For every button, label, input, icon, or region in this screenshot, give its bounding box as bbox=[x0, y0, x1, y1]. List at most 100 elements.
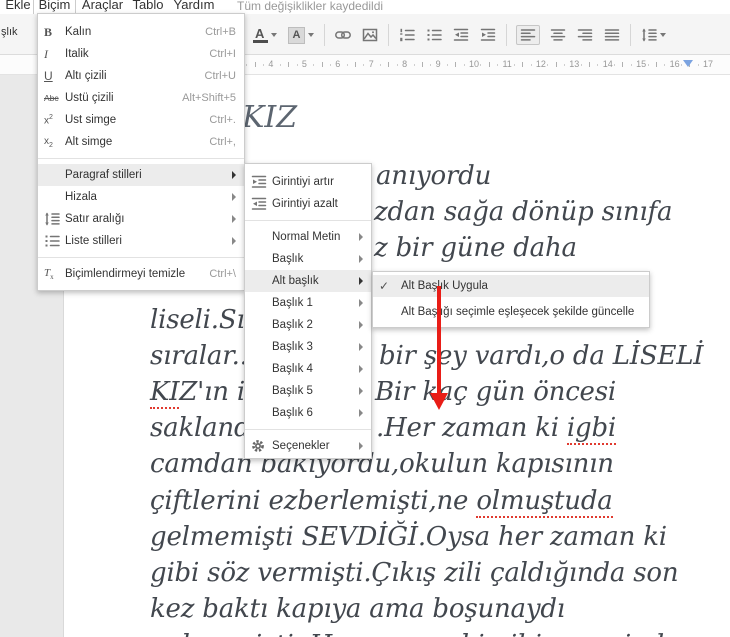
menu-item-liste-stilleri[interactable]: Liste stilleri bbox=[38, 230, 244, 252]
submenu-arrow-icon bbox=[359, 277, 363, 285]
document-text-line: gelmemişti. Her zaman ki gibi neşesinden bbox=[150, 630, 696, 637]
menu-item-başlık-3[interactable]: Başlık 3 bbox=[245, 336, 371, 358]
menu-item-başlık-2[interactable]: Başlık 2 bbox=[245, 314, 371, 336]
numbered-list-icon[interactable] bbox=[398, 25, 416, 45]
menubar-item-yardım[interactable]: Yardım bbox=[171, 0, 217, 14]
insert-link-icon[interactable] bbox=[334, 25, 352, 45]
menu-item-alt-başlık[interactable]: Alt başlık bbox=[245, 270, 371, 292]
menu-bar: Tüm değişiklikler kaydedildi Ekle Biçim Ar… bbox=[0, 0, 730, 14]
menu-separator bbox=[38, 252, 244, 263]
align-justify-icon[interactable] bbox=[603, 25, 621, 45]
align-right-icon[interactable] bbox=[576, 25, 594, 45]
document-text-line: kez baktı kapıya ama boşunaydı bbox=[150, 594, 565, 624]
ruler-number: 7 bbox=[368, 59, 374, 69]
submenu-arrow-icon bbox=[359, 387, 363, 395]
menu-separator bbox=[245, 424, 371, 435]
ruler-tick bbox=[555, 62, 557, 67]
subtitle-menu: ✓ Alt Başlık Uygula Alt Başlığı seçimle eş… bbox=[372, 271, 650, 328]
menubar-item-biçim[interactable]: Biçim bbox=[33, 0, 76, 14]
italic-icon: I bbox=[44, 46, 48, 61]
menu-item-başlık-4[interactable]: Başlık 4 bbox=[245, 358, 371, 380]
menu-item-girintiyi-azalt[interactable]: Girintiyi azalt bbox=[245, 193, 371, 215]
document-text-line: .Her zaman ki igbi bbox=[376, 413, 617, 445]
document-text-line: liseli.Sı bbox=[150, 305, 245, 335]
insert-image-icon[interactable] bbox=[361, 25, 379, 45]
shortcut-label: Ctrl+\ bbox=[209, 268, 236, 280]
shortcut-label: Ctrl+B bbox=[205, 26, 236, 38]
text-color-icon[interactable]: A bbox=[252, 24, 278, 46]
menu-item-başlık-5[interactable]: Başlık 5 bbox=[245, 380, 371, 402]
ruler-number: 6 bbox=[335, 59, 341, 69]
ruler-tick bbox=[647, 64, 649, 66]
menu-item-alt-başlık-uygula[interactable]: ✓ Alt Başlık Uygula bbox=[373, 275, 649, 297]
ruler-tick bbox=[463, 64, 465, 66]
menubar-item-ekle[interactable]: Ekle bbox=[3, 0, 33, 14]
line-spacing-icon[interactable] bbox=[640, 25, 667, 45]
menubar-item-tablo[interactable]: Tablo bbox=[129, 0, 167, 14]
align-center-icon[interactable] bbox=[549, 25, 567, 45]
menu-item-kalın[interactable]: B Kalın Ctrl+B bbox=[38, 21, 244, 43]
ruler-number: 15 bbox=[636, 59, 647, 69]
gear-icon bbox=[251, 439, 272, 453]
paragraph-styles-menu: Girintiyi artır Girintiyi azalt Normal Met… bbox=[244, 163, 372, 459]
menu-item-i-talik[interactable]: I İtalik Ctrl+I bbox=[38, 43, 244, 65]
document-text-line: gelmemişti SEVDİĞİ.Oysa her zaman ki bbox=[150, 522, 667, 552]
ruler-tick bbox=[697, 64, 699, 66]
ruler-tick bbox=[296, 64, 298, 66]
ruler-tick bbox=[329, 64, 331, 66]
submenu-arrow-icon bbox=[359, 299, 363, 307]
ruler-indent-marker[interactable] bbox=[683, 60, 693, 67]
ruler-tick bbox=[413, 64, 415, 66]
submenu-arrow-icon bbox=[232, 237, 236, 245]
menu-item-hizala[interactable]: Hizala bbox=[38, 186, 244, 208]
menu-item-alt-simge[interactable]: x2 Alt simge Ctrl+, bbox=[38, 131, 244, 153]
indent-decrease-icon[interactable] bbox=[452, 25, 470, 45]
indent-increase-icon bbox=[251, 174, 272, 190]
shortcut-label: Ctrl+, bbox=[209, 136, 236, 148]
shortcut-label: Ctrl+U bbox=[204, 70, 236, 82]
menu-item-başlık-6[interactable]: Başlık 6 bbox=[245, 402, 371, 424]
annotation-arrow-head bbox=[430, 393, 448, 410]
indent-increase-icon[interactable] bbox=[479, 25, 497, 45]
menu-item-başlık[interactable]: Başlık bbox=[245, 248, 371, 270]
menu-separator bbox=[38, 153, 244, 164]
menu-item-üst-simge[interactable]: x2 Üst simge Ctrl+. bbox=[38, 109, 244, 131]
ruler-tick bbox=[589, 62, 590, 67]
submenu-arrow-icon bbox=[359, 321, 363, 329]
highlight-color-icon[interactable]: A bbox=[287, 25, 315, 46]
underline-icon: U bbox=[44, 69, 53, 83]
submenu-arrow-icon bbox=[232, 215, 236, 223]
submenu-arrow-icon bbox=[359, 233, 363, 241]
menu-item-normal-metin[interactable]: Normal Metin bbox=[245, 226, 371, 248]
menu-item-seçenekler[interactable]: Seçenekler bbox=[245, 435, 371, 457]
submenu-arrow-icon bbox=[359, 365, 363, 373]
indent-decrease-icon bbox=[251, 196, 272, 212]
menu-item-üstü-çizili[interactable]: Abc Üstü çizili Alt+Shift+5 bbox=[38, 87, 244, 109]
ruler-tick bbox=[313, 64, 315, 66]
submenu-arrow-icon bbox=[359, 343, 363, 351]
menu-item-altı-çizili[interactable]: U Altı çizili Ctrl+U bbox=[38, 65, 244, 87]
ruler-tick bbox=[246, 64, 248, 66]
ruler-number: 10 bbox=[469, 59, 480, 69]
submenu-arrow-icon bbox=[232, 193, 236, 201]
document-text-line: bir şey vardı,o da LİSELİ bbox=[379, 341, 704, 371]
saved-status[interactable]: Tüm değişiklikler kaydedildi bbox=[237, 0, 383, 14]
menu-item-girintiyi-artır[interactable]: Girintiyi artır bbox=[245, 171, 371, 193]
ruler-tick bbox=[680, 64, 682, 66]
menu-item-paragraf-stilleri[interactable]: Paragraf stilleri bbox=[38, 164, 244, 186]
ruler-number: 8 bbox=[402, 59, 408, 69]
menu-item-başlık-1[interactable]: Başlık 1 bbox=[245, 292, 371, 314]
ruler-number: 17 bbox=[703, 59, 714, 69]
ruler-tick bbox=[363, 64, 365, 66]
align-left-icon[interactable] bbox=[516, 25, 540, 45]
bulleted-list-icon[interactable] bbox=[425, 25, 443, 45]
paragraph-style-selector[interactable]: şlık bbox=[1, 26, 18, 38]
ruler-tick bbox=[396, 64, 398, 66]
menubar-item-araçlar[interactable]: Araçlar bbox=[78, 0, 127, 14]
subscript-icon: x2 bbox=[44, 135, 53, 149]
document-text-line: anıyordu bbox=[376, 161, 492, 191]
document-text-line: KIZ'ın i bbox=[150, 377, 245, 409]
menu-item-biçimlendirmeyi-temizle[interactable]: Tx Biçimlendirmeyi temizle Ctrl+\ bbox=[38, 263, 244, 285]
menu-item-alt-başlığı-seçimle-eşleşecek-şekilde-güncelle[interactable]: Alt Başlığı seçimle eşleşecek şekilde gü… bbox=[373, 297, 649, 327]
menu-item-satır-aralığı[interactable]: Satır aralığı bbox=[38, 208, 244, 230]
